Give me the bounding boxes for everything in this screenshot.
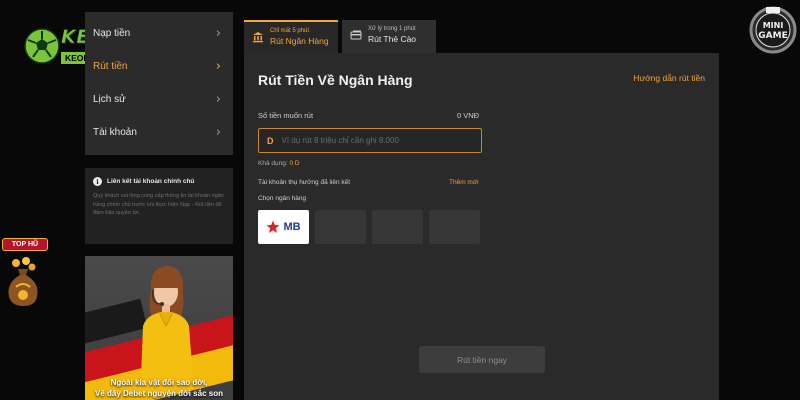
tab-card-withdraw[interactable]: Xử lý trong 1 phút Rút Thẻ Cào — [342, 20, 436, 53]
tab-label: Rút Thẻ Cào — [368, 34, 417, 44]
menu-item-label: Tài khoản — [93, 127, 137, 138]
chevron-right-icon: › — [215, 59, 221, 74]
tab-subtitle: Xử lý trong 1 phút — [368, 26, 416, 32]
bank-option-empty[interactable] — [372, 210, 423, 244]
withdraw-guide-link[interactable]: Hướng dẫn rút tiền — [633, 73, 705, 83]
tab-bank-withdraw[interactable]: Chỉ mất 5 phút Rút Ngân Hàng — [244, 20, 338, 53]
menu-item-deposit[interactable]: Nạp tiền › — [85, 17, 233, 50]
withdraw-panel: Rút Tiền Về Ngân Hàng Hướng dẫn rút tiền… — [244, 53, 719, 400]
top-hu-widget[interactable]: TOP HŨ — [0, 237, 52, 311]
bank-icon — [253, 32, 263, 43]
tab-label: Rút Ngân Hàng — [270, 36, 329, 46]
tab-subtitle: Chỉ mất 5 phút — [270, 28, 310, 34]
menu-item-label: Lịch sử — [93, 94, 126, 105]
bank-option-mb[interactable]: MB — [258, 210, 309, 244]
info-icon: i — [93, 177, 102, 186]
top-hu-label: TOP HŨ — [2, 238, 48, 251]
menu-item-label: Nạp tiền — [93, 28, 131, 39]
available-value: 0 D — [289, 160, 300, 167]
bank-option-empty[interactable] — [315, 210, 366, 244]
bank-option-empty[interactable] — [429, 210, 480, 244]
linked-accounts-label: Tài khoản thụ hưởng đã liên kết — [258, 179, 351, 186]
link-account-info-card: i Liên kết tài khoản chính chủ Quý khách… — [85, 168, 233, 244]
amount-input[interactable] — [281, 136, 472, 145]
menu-item-label: Rút tiền — [93, 61, 128, 72]
mini-game-icon[interactable]: MINI GAME — [749, 4, 797, 56]
chevron-right-icon: › — [215, 125, 221, 140]
available-label: Khả dụng: — [258, 160, 288, 167]
svg-text:MINI: MINI — [763, 21, 784, 30]
money-bag-icon — [8, 257, 38, 306]
promo-line: Ngoài kia vật đổi sao dời, — [110, 377, 208, 387]
page-title: Rút Tiền Về Ngân Hàng — [258, 72, 413, 88]
svg-text:GAME: GAME — [758, 31, 787, 41]
currency-icon: D — [267, 135, 274, 146]
amount-unit: 0 VNĐ — [457, 111, 480, 120]
account-menu: Nạp tiền › Rút tiền › Lịch sử › Tài khoả… — [85, 12, 233, 155]
promo-banner[interactable]: Ngoài kia vật đổi sao dời, Về đây Debet … — [85, 256, 233, 400]
info-title: Liên kết tài khoản chính chủ — [107, 178, 195, 185]
mb-bank-logo-icon — [266, 220, 280, 233]
menu-item-history[interactable]: Lịch sử › — [85, 83, 233, 116]
chevron-right-icon: › — [215, 92, 221, 107]
withdraw-now-button[interactable]: Rút tiền ngay — [419, 346, 545, 373]
bank-option-label: MB — [283, 221, 301, 233]
add-new-link[interactable]: Thêm mới — [449, 179, 479, 186]
chevron-right-icon: › — [215, 26, 221, 41]
available-balance: Khả dụng: 0 D — [258, 160, 300, 167]
menu-item-account[interactable]: Tài khoản › — [85, 116, 233, 149]
soccer-ball-icon — [24, 28, 60, 64]
amount-label: Số tiền muốn rút — [258, 111, 314, 120]
amount-field[interactable]: D — [258, 128, 482, 153]
choose-bank-label: Chọn ngân hàng — [258, 195, 307, 202]
info-text: Quý khách vui lòng cung cấp thông tin tà… — [93, 193, 224, 217]
menu-item-withdraw[interactable]: Rút tiền › — [85, 50, 233, 83]
card-icon — [350, 30, 362, 40]
promo-line: Về đây Debet nguyện đời sắc son — [95, 388, 223, 398]
support-agent-image — [141, 266, 193, 378]
